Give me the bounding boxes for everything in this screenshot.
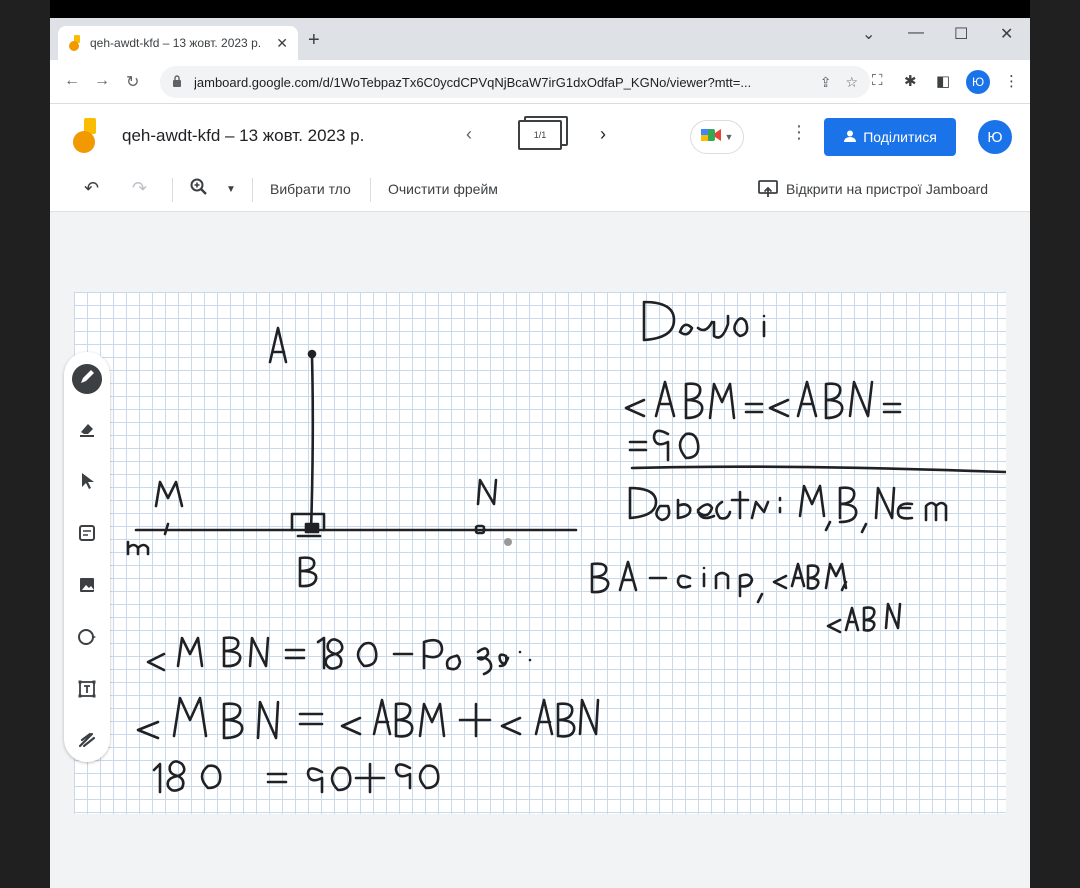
canvas-area — [50, 212, 1030, 888]
minimize-icon[interactable]: — — [908, 24, 924, 42]
ink-divider — [630, 465, 1006, 474]
ink-label-line-m — [126, 540, 150, 556]
toolbar-divider — [252, 178, 253, 202]
zoom-icon[interactable] — [190, 178, 208, 201]
bookmark-star-icon[interactable]: ☆ — [845, 74, 858, 91]
open-on-device-button[interactable]: Відкрити на пристрої Jamboard — [786, 181, 988, 197]
eraser-icon — [78, 420, 96, 443]
person-add-icon — [843, 129, 857, 145]
ink-prove-points — [798, 484, 948, 534]
zoom-dropdown-icon[interactable]: ▼ — [226, 184, 236, 195]
tab-close-icon[interactable]: ✕ — [276, 35, 288, 52]
top-backdrop — [50, 0, 1030, 18]
jamboard-header: qeh-awdt-kfd – 13 жовт. 2023 р. ‹ 1/1 › … — [50, 104, 1030, 168]
toolbar-divider — [370, 178, 371, 202]
browser-window: qeh-awdt-kfd – 13 жовт. 2023 р. ✕ + ⌄ — … — [50, 18, 1030, 888]
ink-point-b-mark — [304, 522, 320, 534]
ink-ray-ba — [309, 354, 315, 533]
ink-label-b — [298, 556, 318, 588]
more-options-icon[interactable]: ⋮ — [790, 122, 808, 143]
ink-tick-m — [163, 522, 170, 536]
share-button[interactable]: Поділитися — [824, 118, 956, 156]
next-frame-icon[interactable]: › — [600, 124, 606, 145]
ink-180-eq — [152, 760, 440, 794]
laser-tool[interactable] — [72, 726, 102, 756]
jamboard-profile-avatar[interactable]: Ю — [978, 120, 1012, 154]
share-page-icon[interactable]: ⇪ — [820, 74, 832, 91]
ink-bisector — [590, 560, 848, 604]
ink-mbn-180 — [146, 636, 532, 676]
ink-dano — [642, 300, 766, 342]
jam-frame-board[interactable] — [74, 292, 1006, 814]
meet-icon — [700, 127, 723, 148]
pen-tool[interactable] — [72, 364, 102, 394]
ink-mbn-sum — [136, 696, 600, 740]
ink-prove — [628, 486, 782, 522]
tab-title: qeh-awdt-kfd – 13 жовт. 2023 р. — [90, 36, 262, 50]
tab-search-icon[interactable]: ⌄ — [862, 24, 875, 44]
doc-title[interactable]: qeh-awdt-kfd – 13 жовт. 2023 р. — [122, 126, 364, 146]
browser-menu-icon[interactable]: ⋮ — [1004, 72, 1019, 90]
extensions-icon[interactable]: ✱ — [904, 72, 917, 90]
handwriting-ink — [126, 300, 1006, 794]
ink-dot-a — [307, 349, 317, 359]
reload-icon[interactable]: ↻ — [126, 72, 139, 92]
ink-point-a — [268, 326, 288, 364]
browser-profile-avatar[interactable]: Ю — [966, 70, 990, 94]
text-box-icon — [78, 680, 96, 703]
toolbar-divider — [172, 178, 173, 202]
jamboard-favicon — [68, 35, 82, 51]
ink-angle-abm-eq — [624, 380, 902, 420]
close-window-icon[interactable]: ✕ — [1000, 24, 1013, 44]
image-tool[interactable] — [72, 572, 102, 602]
ink-label-n — [476, 478, 498, 506]
ink-bisector-2 — [826, 602, 902, 634]
tab-strip: qeh-awdt-kfd – 13 жовт. 2023 р. ✕ + ⌄ — … — [50, 18, 1030, 60]
forward-icon[interactable]: → — [94, 72, 110, 90]
ink-gray-dot — [504, 538, 512, 546]
left-backdrop — [0, 0, 50, 888]
set-background-button[interactable]: Вибрати тло — [270, 181, 351, 197]
pen-icon — [78, 368, 96, 391]
screenshot-icon[interactable]: ⛶ — [872, 72, 883, 89]
maximize-icon[interactable]: ☐ — [954, 24, 968, 44]
jamboard-toolbar: ↶ ↷ ▼ Вибрати тло Очистити фрейм Відкрит… — [50, 168, 1030, 212]
previous-frame-icon[interactable]: ‹ — [466, 124, 472, 145]
tool-palette — [64, 352, 110, 762]
side-panel-icon[interactable]: ◧ — [936, 72, 950, 90]
back-icon[interactable]: ← — [64, 72, 80, 90]
meet-button[interactable]: ▼ — [690, 120, 744, 154]
url-text: jamboard.google.com/d/1WoTebpazTx6C0ycdC… — [194, 74, 752, 90]
cursor-arrow-icon — [79, 472, 95, 495]
select-tool[interactable] — [72, 468, 102, 498]
undo-icon[interactable]: ↶ — [84, 178, 99, 199]
chevron-down-icon: ▼ — [724, 132, 734, 142]
lock-icon — [172, 74, 184, 90]
clear-frame-button[interactable]: Очистити фрейм — [388, 181, 498, 197]
redo-icon[interactable]: ↷ — [132, 178, 147, 199]
text-box-tool[interactable] — [72, 676, 102, 706]
right-backdrop — [1030, 0, 1080, 888]
sticky-note-tool[interactable] — [72, 520, 102, 550]
browser-tab[interactable]: qeh-awdt-kfd – 13 жовт. 2023 р. ✕ — [58, 26, 298, 60]
eraser-tool[interactable] — [72, 416, 102, 446]
share-label: Поділитися — [863, 129, 937, 145]
ink-label-m — [154, 480, 184, 508]
omnibox[interactable]: jamboard.google.com/d/1WoTebpazTx6C0ycdC… — [160, 66, 870, 98]
sticky-note-icon — [78, 524, 96, 547]
shape-tool[interactable] — [72, 624, 102, 654]
image-icon — [78, 576, 96, 599]
address-bar-row: ← → ↻ jamboard.google.com/d/1WoTebpazTx6… — [50, 60, 1030, 104]
new-tab-icon[interactable]: + — [308, 30, 320, 50]
ink-eq-90 — [628, 429, 700, 462]
circle-shape-icon — [77, 628, 97, 651]
jamboard-logo-icon[interactable] — [72, 118, 98, 154]
frame-indicator[interactable]: 1/1 — [518, 120, 562, 150]
cast-device-icon[interactable] — [758, 180, 778, 203]
laser-pointer-icon — [78, 730, 96, 753]
